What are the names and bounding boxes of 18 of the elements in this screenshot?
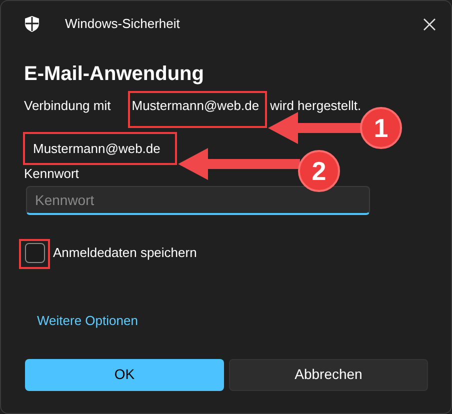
password-field[interactable]: Kennwort bbox=[26, 186, 370, 215]
email-address: Mustermann@web.de bbox=[132, 97, 260, 116]
highlight-frame bbox=[19, 239, 50, 269]
connection-text: wird hergestellt. bbox=[270, 97, 362, 116]
account-name: Mustermann@web.de bbox=[33, 141, 160, 157]
password-label: Kennwort bbox=[24, 165, 79, 183]
connection-text: Verbindung mit bbox=[24, 97, 111, 116]
dialog-heading: E-Mail-Anwendung bbox=[24, 62, 205, 87]
window-title: Windows-Sicherheit bbox=[65, 15, 180, 34]
checkbox-label: Anmeldedaten speichern bbox=[53, 244, 197, 262]
shield-icon bbox=[25, 16, 39, 32]
ok-button[interactable]: OK bbox=[25, 358, 224, 390]
close-icon bbox=[422, 18, 436, 30]
checkbox[interactable] bbox=[25, 243, 45, 263]
callout-badge: 1 bbox=[360, 107, 402, 149]
callout-badge: 2 bbox=[298, 150, 340, 192]
more-options-link[interactable]: Weitere Optionen bbox=[37, 311, 138, 330]
cancel-button[interactable]: Abbrechen bbox=[228, 358, 428, 390]
